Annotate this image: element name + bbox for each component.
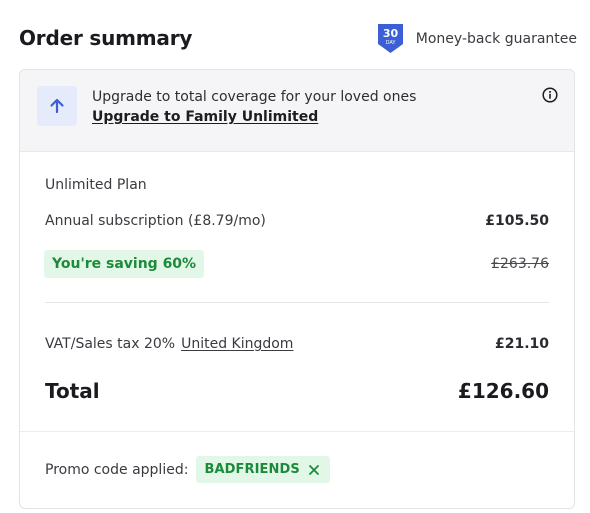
total-label: Total bbox=[45, 379, 100, 403]
tax-amount: £21.10 bbox=[494, 336, 549, 352]
divider bbox=[20, 431, 574, 432]
promo-label: Promo code applied: bbox=[45, 461, 189, 478]
saving-badge: You're saving 60% bbox=[44, 250, 205, 278]
order-summary-card: Upgrade to total coverage for your loved… bbox=[19, 69, 575, 509]
guarantee-badge-unit: DAY bbox=[385, 40, 396, 46]
plan-name: Unlimited Plan bbox=[45, 177, 147, 193]
guarantee-text: Money-back guarantee bbox=[415, 30, 577, 47]
promo-code-chip: BADFRIENDS bbox=[196, 456, 330, 483]
close-icon[interactable] bbox=[308, 464, 320, 476]
upgrade-text-block: Upgrade to total coverage for your loved… bbox=[92, 89, 416, 125]
page-title: Order summary bbox=[19, 26, 193, 50]
subscription-price: £105.50 bbox=[485, 213, 549, 229]
total-amount: £126.60 bbox=[457, 379, 549, 403]
arrow-up-icon bbox=[50, 98, 64, 114]
promo-code: BADFRIENDS bbox=[204, 462, 300, 477]
shield-badge-icon: 30 DAY bbox=[377, 24, 403, 53]
guarantee-badge-number: 30 bbox=[383, 27, 399, 40]
info-icon[interactable] bbox=[542, 87, 558, 103]
saving-row: You're saving 60% £263.76 bbox=[44, 250, 549, 278]
upgrade-icon-box bbox=[37, 86, 77, 126]
tax-label-group: VAT/Sales tax 20% United Kingdom bbox=[45, 336, 293, 352]
divider bbox=[45, 302, 549, 303]
original-price: £263.76 bbox=[491, 256, 549, 272]
tax-label: VAT/Sales tax 20% bbox=[45, 336, 176, 352]
promo-row: Promo code applied: BADFRIENDS bbox=[45, 456, 330, 483]
total-row: Total £126.60 bbox=[45, 379, 549, 403]
upgrade-banner: Upgrade to total coverage for your loved… bbox=[20, 70, 574, 152]
upgrade-family-link[interactable]: Upgrade to Family Unlimited bbox=[92, 109, 318, 125]
money-back-guarantee: 30 DAY Money-back guarantee bbox=[377, 23, 577, 54]
subscription-label: Annual subscription (£8.79/mo) bbox=[45, 213, 266, 229]
subscription-row: Annual subscription (£8.79/mo) £105.50 bbox=[45, 213, 549, 229]
tax-row: VAT/Sales tax 20% United Kingdom £21.10 bbox=[45, 336, 549, 352]
upgrade-description: Upgrade to total coverage for your loved… bbox=[92, 89, 417, 105]
plan-name-row: Unlimited Plan bbox=[45, 177, 549, 193]
tax-country-link[interactable]: United Kingdom bbox=[181, 336, 293, 352]
